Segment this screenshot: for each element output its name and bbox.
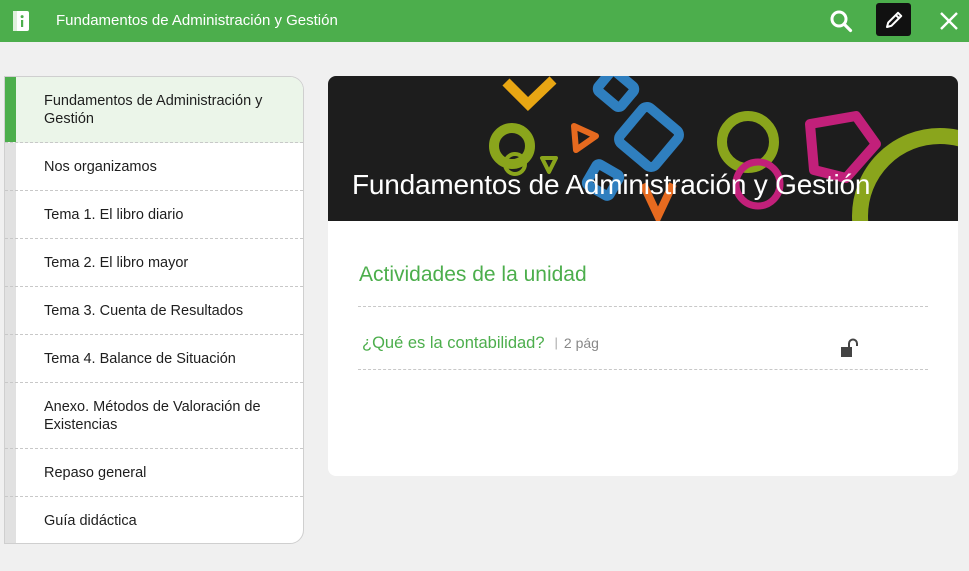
activity-separator: | (554, 335, 558, 350)
banner-title: Fundamentos de Administración y Gestión (352, 169, 871, 200)
search-button[interactable] (826, 6, 856, 36)
sidebar-item-label: Fundamentos de Administración y Gestión (44, 92, 263, 127)
activity-item: ¿Qué es la contabilidad? | 2 pág (362, 332, 599, 354)
book-icon (13, 11, 29, 31)
close-icon (940, 12, 958, 30)
sidebar-item-label: Tema 2. El libro mayor (44, 254, 189, 271)
pencil-icon (885, 11, 902, 28)
sidebar-nav: Fundamentos de Administración y Gestión … (4, 76, 304, 544)
divider (358, 306, 928, 307)
search-icon (830, 10, 853, 33)
sidebar-item-tema-3[interactable]: Tema 3. Cuenta de Resultados (5, 287, 303, 335)
sidebar-item-anexo[interactable]: Anexo. Métodos de Valoración de Existenc… (5, 383, 303, 449)
top-bar: Fundamentos de Administración y Gestión (0, 0, 969, 42)
close-button[interactable] (934, 6, 964, 36)
section-title: Actividades de la unidad (359, 263, 587, 286)
sidebar-item-label: Tema 4. Balance de Situación (44, 350, 236, 367)
sidebar-item-label: Repaso general (44, 464, 147, 481)
divider (358, 369, 928, 370)
activity-link[interactable]: ¿Qué es la contabilidad? (362, 332, 545, 354)
sidebar-item-label: Guía didáctica (44, 513, 137, 529)
sidebar-item-tema-4[interactable]: Tema 4. Balance de Situación (5, 335, 303, 383)
sidebar-item-label: Anexo. Métodos de Valoración de Existenc… (44, 398, 261, 433)
edit-button[interactable] (876, 3, 911, 36)
app-title: Fundamentos de Administración y Gestión (56, 12, 338, 29)
sidebar-item-fundamentos[interactable]: Fundamentos de Administración y Gestión (5, 77, 303, 143)
sidebar-item-nos-organizamos[interactable]: Nos organizamos (5, 143, 303, 191)
sidebar-item-label: Tema 1. El libro diario (44, 206, 184, 223)
main-content: Fundamentos de Administración y Gestión … (328, 76, 958, 476)
activity-page-count: 2 pág (563, 335, 599, 351)
sidebar-item-label: Tema 3. Cuenta de Resultados (44, 302, 244, 319)
sidebar-item-tema-1[interactable]: Tema 1. El libro diario (5, 191, 303, 239)
sidebar-item-guia[interactable]: Guía didáctica (5, 497, 303, 543)
unit-banner: Fundamentos de Administración y Gestión (328, 76, 958, 221)
sidebar-item-label: Nos organizamos (44, 158, 157, 175)
sidebar-item-repaso[interactable]: Repaso general (5, 449, 303, 497)
unlock-icon (841, 338, 858, 357)
sidebar-item-tema-2[interactable]: Tema 2. El libro mayor (5, 239, 303, 287)
